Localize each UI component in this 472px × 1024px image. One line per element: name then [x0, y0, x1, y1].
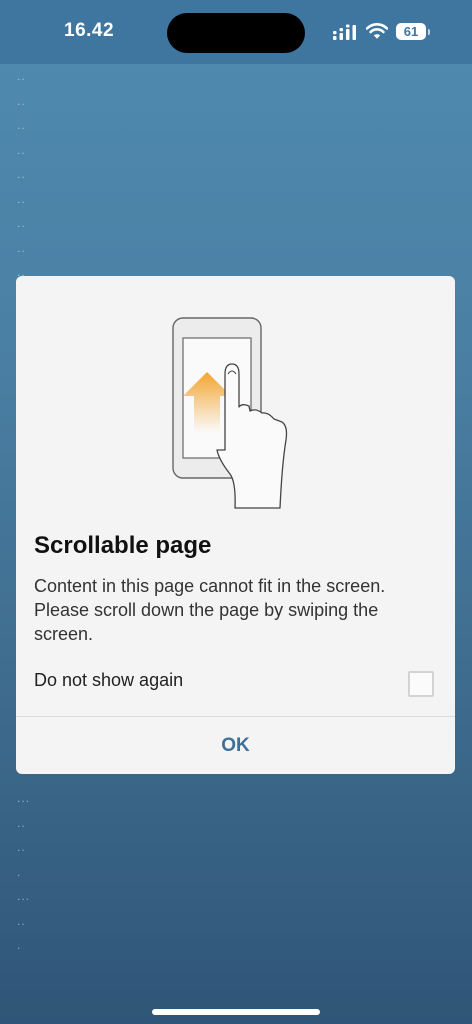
status-bar: 16.42 61: [0, 0, 472, 64]
do-not-show-again-label: Do not show again: [34, 670, 184, 690]
home-indicator[interactable]: [152, 1009, 320, 1015]
wifi-icon: [366, 23, 388, 39]
scrollable-page-dialog: Scrollable page Content in this page can…: [16, 276, 455, 774]
swipe-up-gesture-icon: [172, 317, 288, 509]
ok-button[interactable]: OK: [16, 717, 455, 774]
battery-indicator: 61: [396, 23, 430, 40]
cellular-signal-icon: [333, 24, 356, 40]
do-not-show-again-checkbox[interactable]: [408, 671, 434, 697]
dialog-title: Scrollable page: [34, 532, 212, 559]
background-dots-bottom: ... .. .. . ... .. .: [17, 791, 31, 952]
dynamic-island: [167, 13, 305, 53]
background-dots-top: .. .. .. .. .. .. .. .. .. ..: [17, 69, 26, 304]
status-time: 16.42: [64, 20, 115, 41]
dialog-message: Content in this page cannot fit in the s…: [34, 576, 386, 644]
